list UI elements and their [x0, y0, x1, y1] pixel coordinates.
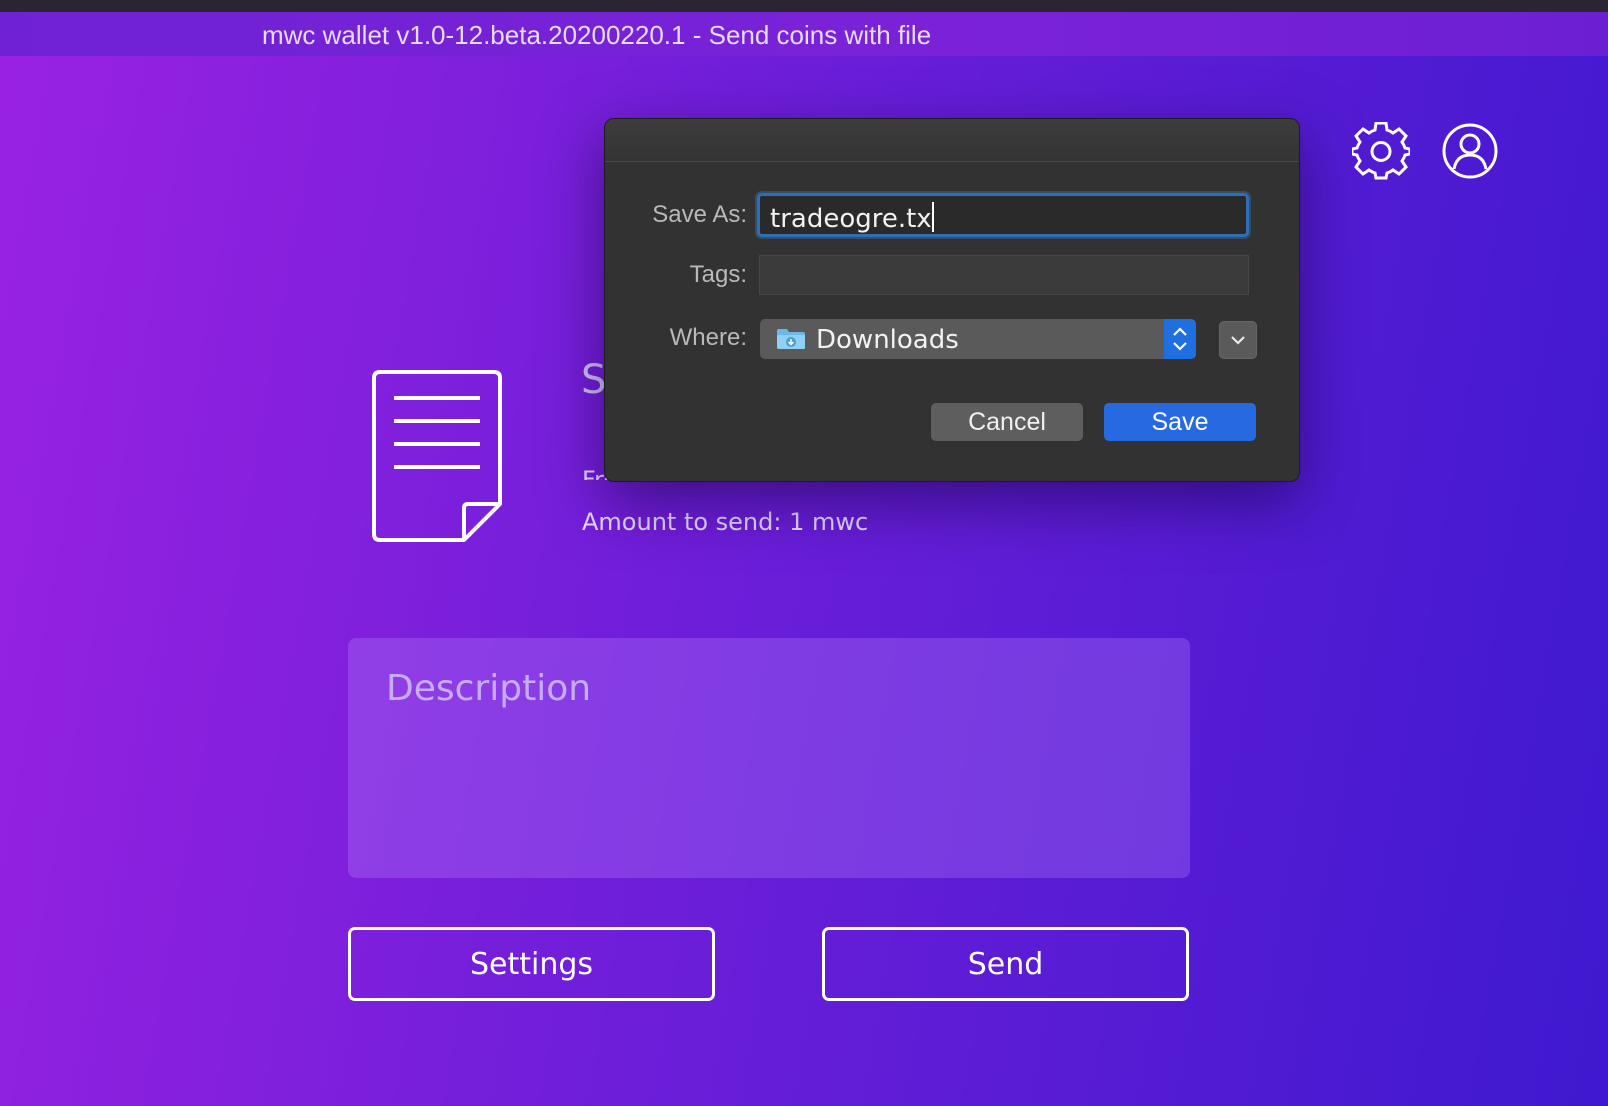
account-icon[interactable]	[1441, 122, 1499, 185]
where-value: Downloads	[816, 325, 959, 355]
description-input[interactable]: Description	[348, 638, 1190, 878]
save-as-label: Save As:	[652, 201, 747, 228]
expand-dialog-button[interactable]	[1219, 321, 1257, 359]
gear-icon[interactable]	[1350, 121, 1412, 185]
where-label: Where:	[669, 324, 747, 351]
file-icon	[370, 368, 506, 549]
chevron-down-icon	[1220, 336, 1256, 362]
cancel-button[interactable]: Cancel	[931, 403, 1083, 441]
description-placeholder: Description	[386, 668, 592, 709]
page-heading: S	[581, 357, 607, 403]
amount-to-send-text: Amount to send: 1 mwc	[582, 508, 869, 536]
save-as-value: tradeogre.tx	[770, 204, 932, 234]
downloads-folder-icon	[776, 328, 806, 355]
window-title: mwc wallet v1.0-12.beta.20200220.1 - Sen…	[262, 20, 932, 50]
tags-input[interactable]	[759, 255, 1249, 295]
where-select[interactable]: Downloads	[760, 319, 1196, 359]
window-title-bar: mwc wallet v1.0-12.beta.20200220.1 - Sen…	[0, 12, 1608, 56]
save-dialog: Save As: tradeogre.tx Tags: Where: Downl…	[604, 118, 1300, 482]
send-button[interactable]: Send	[822, 927, 1189, 1001]
tags-label: Tags:	[689, 261, 747, 288]
up-down-stepper-icon	[1164, 319, 1196, 359]
save-as-input[interactable]: tradeogre.tx	[757, 193, 1249, 237]
settings-button[interactable]: Settings	[348, 927, 715, 1001]
dialog-header	[605, 119, 1299, 162]
text-caret	[931, 202, 934, 232]
top-strip	[0, 0, 1608, 12]
save-button[interactable]: Save	[1104, 403, 1256, 441]
